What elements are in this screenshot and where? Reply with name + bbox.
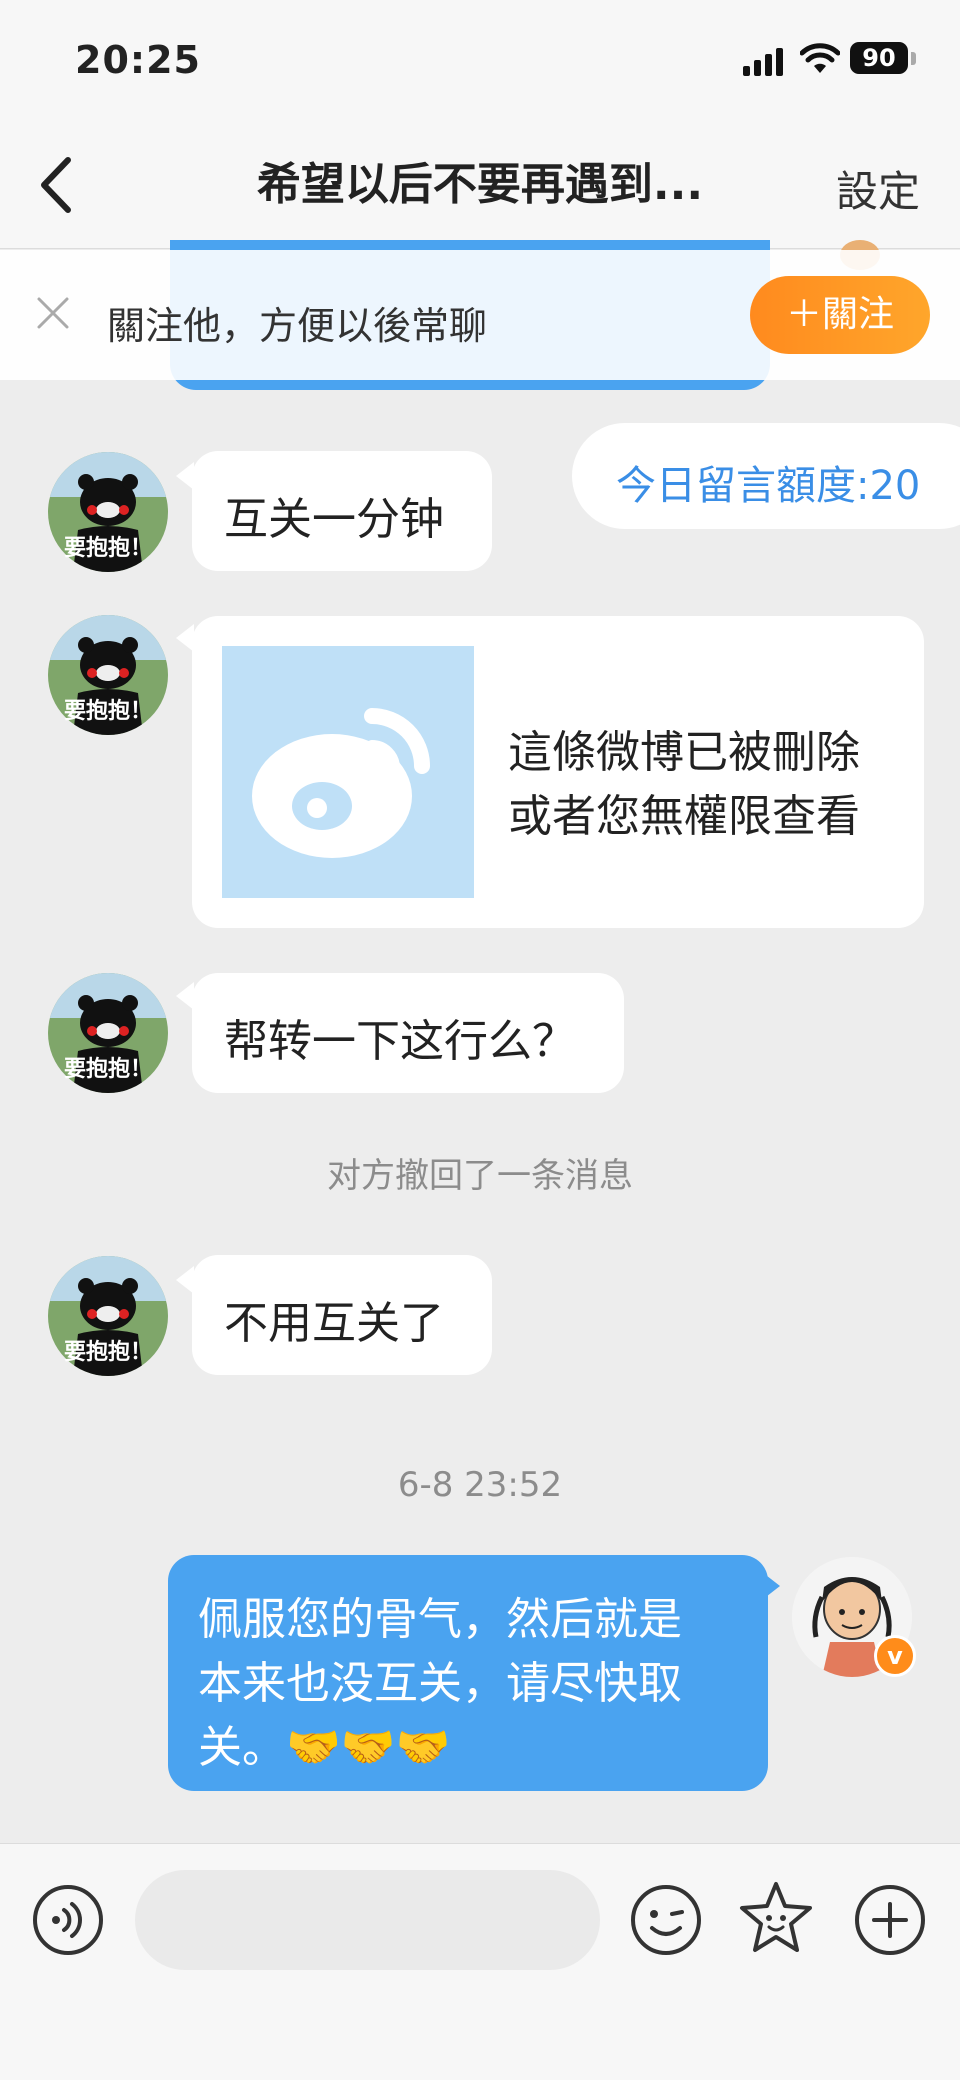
- message-input[interactable]: [135, 1870, 600, 1970]
- chat-title: 希望以后不要再遇到...: [256, 159, 704, 210]
- avatar-caption: 要抱抱！: [63, 1057, 152, 1082]
- plus-icon[interactable]: [852, 1882, 928, 1958]
- settings-button[interactable]: 設定: [836, 158, 920, 219]
- wifi-icon: [800, 43, 840, 73]
- avatar-caption: 要抱抱！: [63, 536, 152, 561]
- weibo-logo-icon: [252, 708, 430, 858]
- voice-icon[interactable]: [30, 1882, 106, 1958]
- back-chevron-icon[interactable]: [30, 150, 90, 220]
- battery-indicator: 90: [850, 42, 908, 74]
- quota-text: 今日留言額度:20: [616, 463, 921, 509]
- emoji-icon[interactable]: [628, 1882, 704, 1958]
- cell-signal-icon: [743, 48, 783, 76]
- battery-tip: [911, 52, 916, 65]
- follow-button[interactable]: ＋關注: [750, 276, 930, 354]
- weibo-placeholder-image: [222, 646, 474, 898]
- status-time: 20:25: [75, 38, 201, 82]
- recall-notice: 对方撤回了一条消息: [327, 1156, 633, 1196]
- message-text: 帮转一下这行么？: [224, 1016, 576, 1067]
- close-icon[interactable]: [35, 295, 71, 331]
- timestamp: 6-8 23:52: [397, 1465, 563, 1505]
- deleted-notice-line1: 這條微博已被刪除: [508, 727, 860, 778]
- message-text: 不用互关了: [224, 1298, 444, 1349]
- deleted-notice-line2: 或者您無權限查看: [508, 791, 860, 842]
- message-text: 互关一分钟: [224, 494, 444, 545]
- follow-prompt-text: 關注他，方便以後常聊: [107, 304, 488, 348]
- avatar-caption: 要抱抱！: [63, 1340, 152, 1365]
- sent-text-line3: 关。🤝🤝🤝: [198, 1722, 451, 1773]
- verified-badge: v: [874, 1635, 916, 1677]
- avatar-caption: 要抱抱！: [63, 699, 152, 724]
- bubble-tail: [762, 1572, 780, 1600]
- sent-text-line2: 本来也没互关，请尽快取: [198, 1658, 682, 1709]
- sent-text-line1: 佩服您的骨气，然后就是: [198, 1594, 682, 1645]
- sticker-icon[interactable]: [738, 1880, 814, 1956]
